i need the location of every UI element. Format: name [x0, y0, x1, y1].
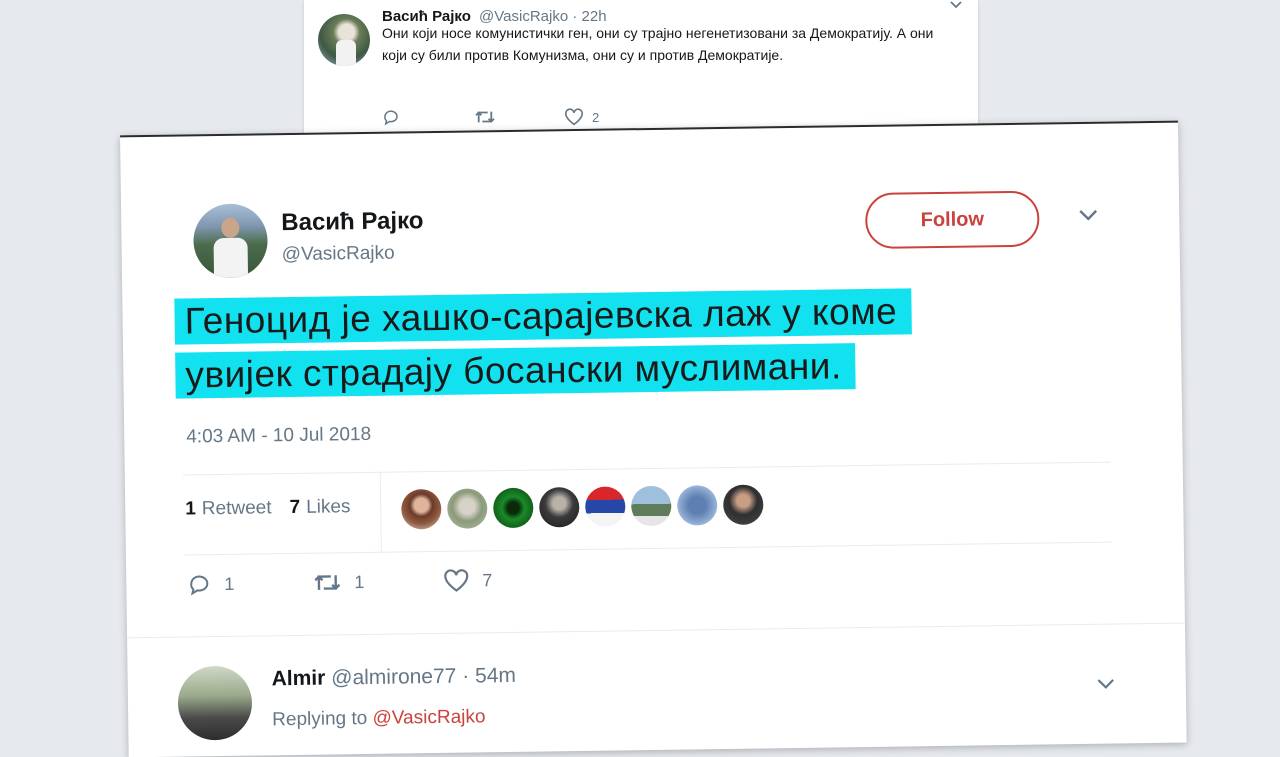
likes-stat[interactable]: 7 Likes [289, 496, 350, 519]
main-tweet-card: Васић Рајко @VasicRajko Follow Геноцид ј… [120, 120, 1187, 757]
heart-icon [444, 569, 469, 592]
avatar[interactable] [318, 14, 370, 66]
liker-avatars [401, 484, 764, 530]
divider [182, 461, 1111, 476]
tweet-text-line: Геноцид је хашко-сарајевска лаж у коме [174, 288, 912, 345]
liker-avatar[interactable] [722, 484, 764, 525]
like-button[interactable]: 7 [442, 568, 492, 593]
reply-icon [190, 575, 209, 596]
engagement-stats: 1 Retweet 7 Likes [185, 496, 351, 520]
chevron-down-icon[interactable] [1094, 672, 1118, 696]
author-handle[interactable]: @VasicRajko [282, 243, 395, 267]
author-handle[interactable]: @almirone77 [331, 665, 457, 690]
replying-to: Replying to @VasicRajko [272, 706, 486, 731]
tweet-actions: 1 1 7 [186, 567, 586, 603]
like-count: 2 [592, 109, 600, 125]
liker-avatar[interactable] [447, 488, 488, 529]
retweets-stat[interactable]: 1 Retweet [185, 497, 272, 520]
liker-avatar[interactable] [493, 487, 534, 529]
liker-avatar[interactable] [676, 485, 718, 526]
divider [379, 471, 382, 552]
chevron-down-icon[interactable] [1075, 202, 1101, 228]
retweet-button[interactable] [474, 108, 496, 126]
tweet-text: Геноцид је хашко-сарајевска лаж у коме у… [174, 286, 1075, 399]
retweet-button[interactable]: 1 [312, 570, 364, 595]
tweet-time[interactable]: · 54m [462, 664, 516, 688]
follow-button[interactable]: Follow [864, 190, 1040, 249]
previous-tweet-card: Васић Рајко @VasicRajko · 22h Они који н… [304, 0, 978, 138]
retweet-icon [314, 574, 341, 591]
retweet-icon [475, 111, 495, 123]
tweet-text-line: увијек страдају босански муслимани. [175, 343, 857, 399]
liker-avatar[interactable] [401, 488, 442, 530]
reply-button[interactable]: 1 [186, 572, 234, 597]
replying-to-link[interactable]: @VasicRajko [372, 706, 485, 729]
reply-icon [384, 110, 398, 126]
retweet-count: 1 [354, 571, 365, 592]
avatar[interactable] [177, 665, 253, 741]
author-name[interactable]: Almir [271, 667, 325, 691]
liker-avatar[interactable] [539, 487, 580, 528]
tweet-timestamp[interactable]: 4:03 AM - 10 Jul 2018 [186, 424, 371, 449]
heart-icon [565, 108, 583, 126]
reply-count: 1 [224, 573, 235, 594]
tweet-text: Они који носе комунистички ген, они су т… [382, 25, 934, 63]
like-button[interactable]: 2 [564, 108, 599, 126]
divider [127, 622, 1185, 639]
replying-to-label: Replying to [272, 707, 368, 731]
chevron-down-icon[interactable] [948, 0, 964, 12]
divider [183, 541, 1112, 556]
avatar[interactable] [193, 203, 269, 279]
reply-button[interactable] [382, 108, 400, 126]
like-count: 7 [482, 569, 493, 590]
liker-avatar[interactable] [585, 486, 626, 527]
author-name[interactable]: Васић Рајко [281, 207, 424, 237]
reply-header: Almir @almirone77 · 54m [271, 664, 516, 691]
liker-avatar[interactable] [631, 485, 672, 527]
